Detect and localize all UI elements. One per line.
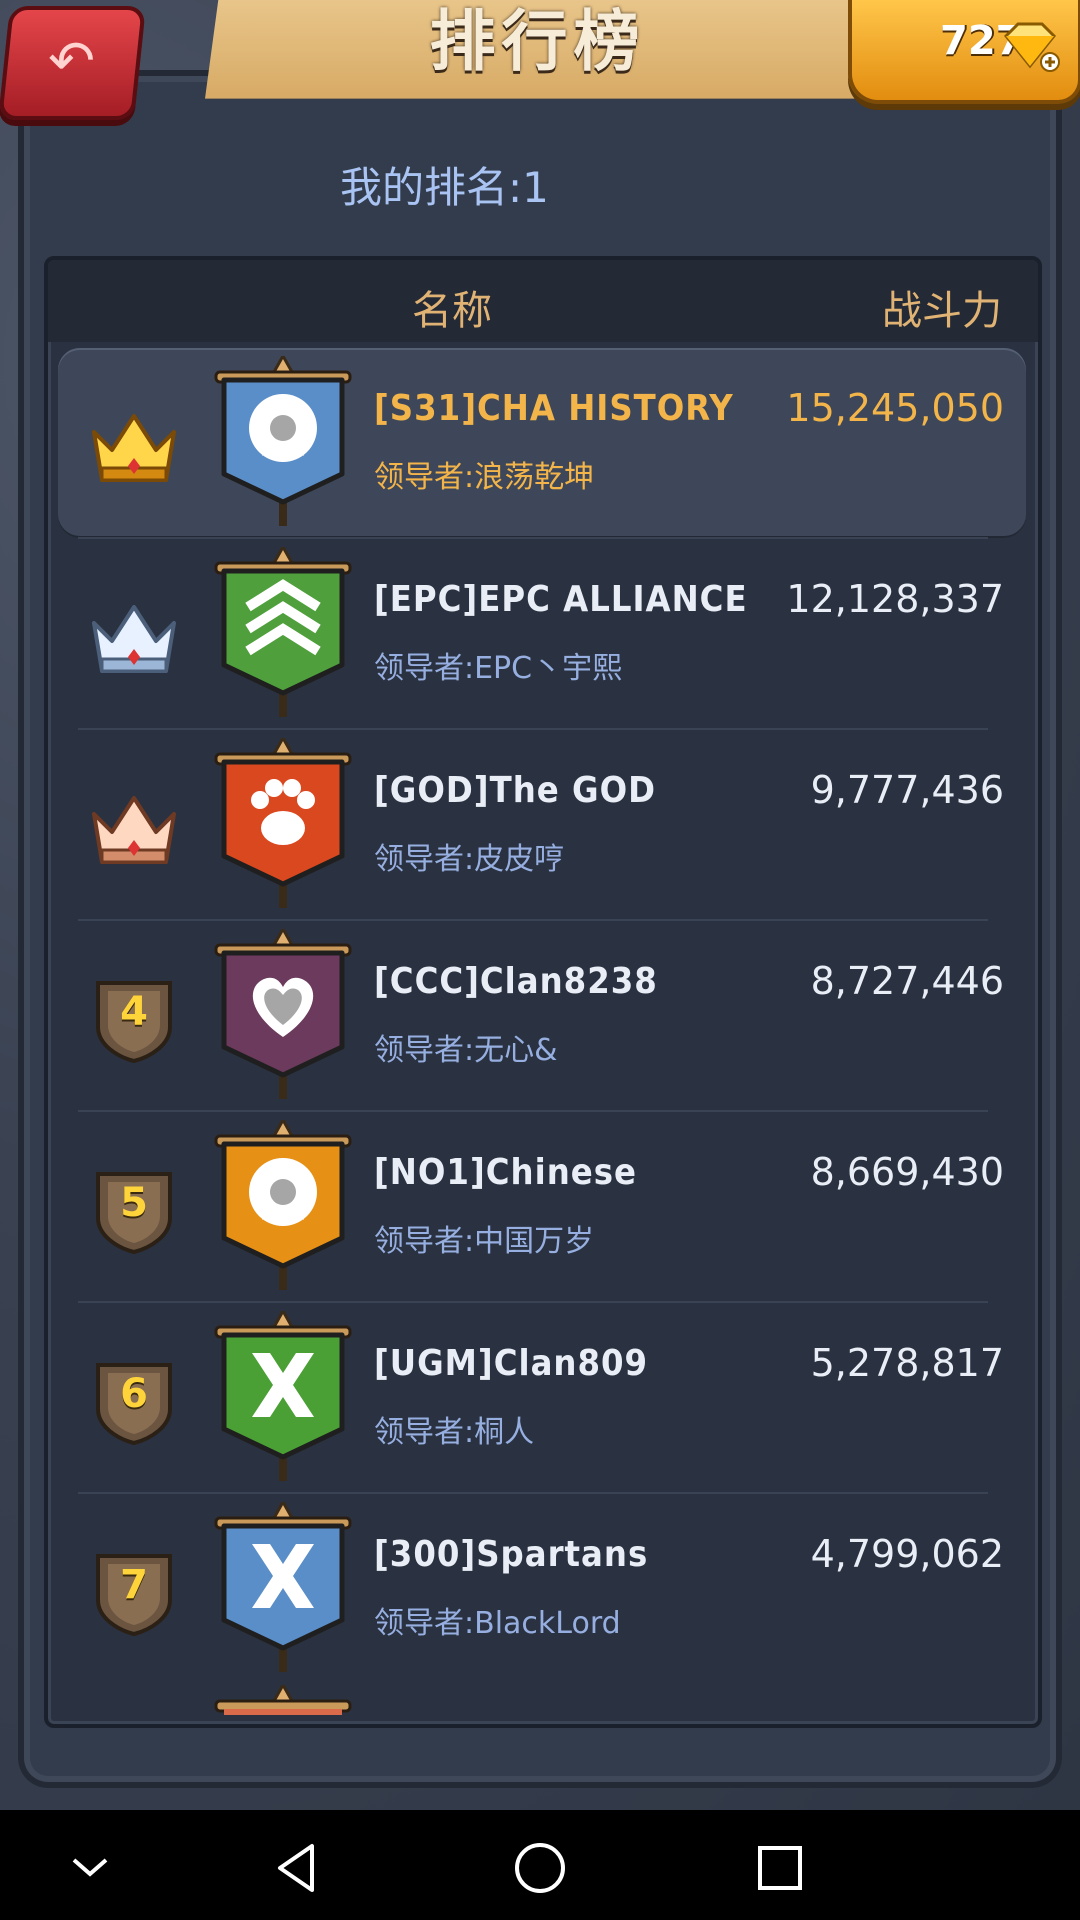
partial-next-row xyxy=(208,1685,358,1715)
bronze-crown-icon xyxy=(92,796,176,864)
clan-leader: 领导者:桐人 xyxy=(374,1415,535,1450)
clan-leader: 领导者:EPC丶宇熙 xyxy=(374,651,623,686)
rank-number: 6 xyxy=(120,1371,148,1417)
rank-number: 5 xyxy=(120,1180,148,1226)
clan-power: 8,669,430 xyxy=(810,1150,1004,1194)
clan-power: 15,245,050 xyxy=(786,386,1004,430)
clan-flag-star-icon xyxy=(214,356,352,526)
leaderboard-row[interactable]: 6 [UGM]Clan809 领导者:桐人 5,278,817 xyxy=(58,1303,1026,1493)
leaderboard-row[interactable]: [S31]CHA HISTORY 领导者:浪荡乾坤 15,245,050 xyxy=(58,348,1026,538)
clan-name: [GOD]The GOD xyxy=(374,770,656,811)
leaderboard-row[interactable]: [EPC]EPC ALLIANCE 领导者:EPC丶宇熙 12,128,337 xyxy=(58,539,1026,729)
clan-leader: 领导者:皮皮哼 xyxy=(374,842,565,877)
rank-shield-badge: 7 xyxy=(88,1548,180,1636)
triangle-back-icon[interactable] xyxy=(268,1840,328,1896)
rank-shield-badge: 4 xyxy=(88,975,180,1063)
leaderboard-row[interactable]: 7 [300]Spartans 领导者:BlackLord 4,799,062 xyxy=(58,1494,1026,1684)
clan-name: [NO1]Chinese xyxy=(374,1152,637,1193)
rank-number: 7 xyxy=(120,1562,148,1608)
leaderboard-row[interactable]: 4 [CCC]Clan8238 领导者:无心& 8,727,446 xyxy=(58,921,1026,1111)
clan-leader: 领导者:中国万岁 xyxy=(374,1224,595,1259)
clan-power: 9,777,436 xyxy=(810,768,1004,812)
column-header-name: 名称 xyxy=(412,288,492,334)
clan-leader: 领导者:浪荡乾坤 xyxy=(374,460,595,495)
clan-name: [S31]CHA HISTORY xyxy=(374,388,734,429)
column-header-power: 战斗力 xyxy=(882,288,1002,334)
leaderboard-panel: 名称 战斗力 [S31]CHA HISTORY 领导者:浪荡乾坤 15,245,05… xyxy=(44,256,1042,1728)
clan-flag-x-icon xyxy=(214,1311,352,1481)
clan-flag-x-icon xyxy=(214,1502,352,1672)
rank-shield-badge: 6 xyxy=(88,1357,180,1445)
clan-power: 12,128,337 xyxy=(786,577,1004,621)
clan-flag-heart-icon xyxy=(214,929,352,1099)
back-button[interactable]: ↶ xyxy=(0,6,146,120)
clan-name: [300]Spartans xyxy=(374,1534,649,1575)
my-rank-label: 我的排名:1 xyxy=(340,163,549,212)
rank-number: 4 xyxy=(120,989,148,1035)
clan-leader: 领导者:无心& xyxy=(374,1033,558,1068)
silver-crown-icon xyxy=(92,605,176,673)
page-title: 排行榜 xyxy=(429,3,646,80)
clan-flag-chevrons-icon xyxy=(214,547,352,717)
android-nav-bar xyxy=(0,1810,1080,1920)
clan-name: [UGM]Clan809 xyxy=(374,1343,649,1384)
clan-flag-paw-icon xyxy=(214,738,352,908)
clan-power: 4,799,062 xyxy=(810,1532,1004,1576)
back-arrow-icon: ↶ xyxy=(48,29,96,94)
leaderboard-row[interactable]: [GOD]The GOD 领导者:皮皮哼 9,777,436 xyxy=(58,730,1026,920)
chevron-down-icon[interactable] xyxy=(60,1840,120,1896)
clan-leader: 领导者:BlackLord xyxy=(374,1606,621,1641)
square-recents-icon[interactable] xyxy=(750,1840,810,1896)
leaderboard-row[interactable]: 5 [NO1]Chinese 领导者:中国万岁 8,669,430 xyxy=(58,1112,1026,1302)
table-header: 名称 战斗力 xyxy=(48,260,1038,342)
clan-power: 8,727,446 xyxy=(810,959,1004,1003)
clan-power: 5,278,817 xyxy=(810,1341,1004,1385)
clan-name: [CCC]Clan8238 xyxy=(374,961,658,1002)
clan-name: [EPC]EPC ALLIANCE xyxy=(374,579,748,620)
clan-flag-star-icon xyxy=(214,1120,352,1290)
rank-shield-badge: 5 xyxy=(88,1166,180,1254)
circle-home-icon[interactable] xyxy=(510,1840,570,1896)
gold-crown-icon xyxy=(92,414,176,482)
gem-plus-icon[interactable] xyxy=(1000,20,1060,72)
